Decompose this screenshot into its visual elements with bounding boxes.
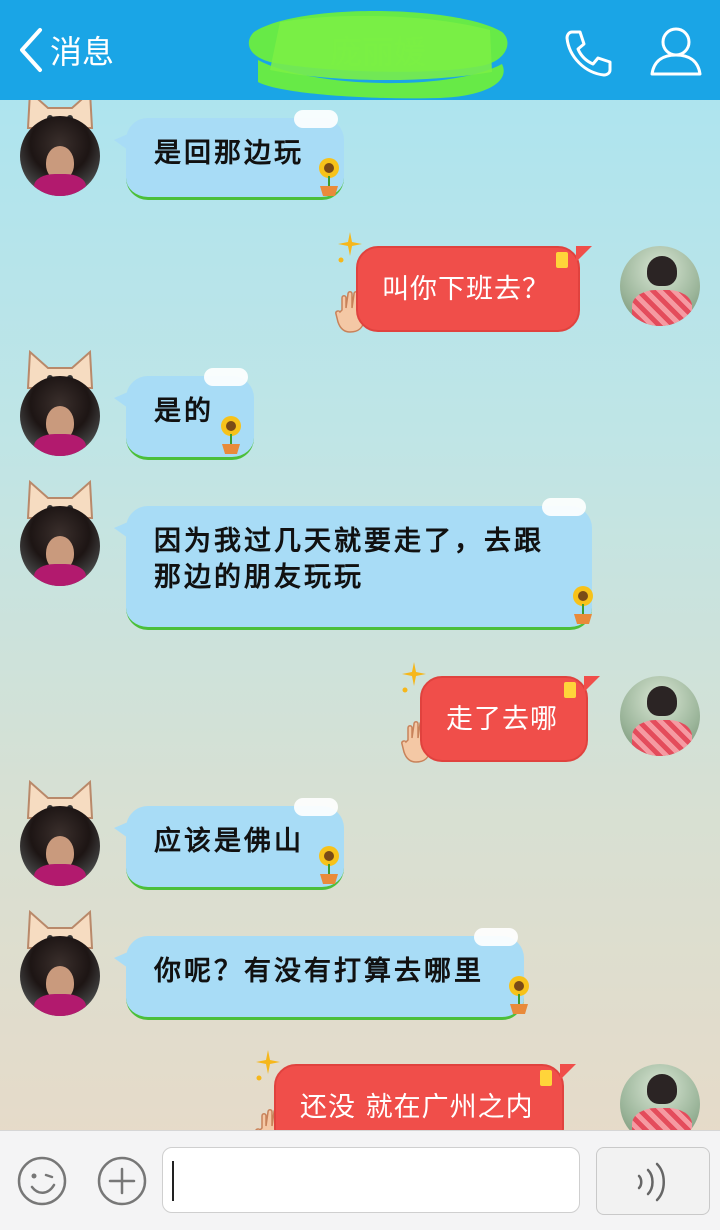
emoji-button[interactable] (16, 1155, 68, 1207)
contact-avatar[interactable] (20, 936, 100, 1016)
message-text: 叫你下班去？ (382, 274, 550, 305)
message-bubble[interactable]: 还没 就在广州之内 (274, 1064, 576, 1130)
plus-circle-icon (96, 1156, 148, 1211)
message-incoming: 应该是佛山 (0, 778, 720, 898)
message-text: 是回那边玩 (154, 138, 304, 169)
message-text: 是的 (154, 396, 214, 427)
message-bubble[interactable]: 应该是佛山 (114, 798, 344, 890)
my-avatar[interactable] (620, 676, 700, 756)
message-bubble[interactable]: 叫你下班去？ (356, 246, 592, 332)
back-button[interactable]: 消息 (16, 22, 114, 78)
chat-area[interactable]: 是回那边玩 叫你下班去？ 是的 因为我过几天就要走了，去跟那边的朋友玩玩 走了去… (0, 100, 720, 1130)
message-incoming: 因为我过几天就要走了，去跟那边的朋友玩玩 (0, 478, 720, 638)
input-bar (0, 1130, 720, 1230)
call-button[interactable] (560, 24, 616, 80)
message-incoming: 你呢？有没有打算去哪里 (0, 908, 720, 1028)
message-incoming: 是的 (0, 348, 720, 468)
sunflower-icon (319, 158, 339, 196)
sunflower-icon (221, 416, 241, 454)
phone-icon (560, 30, 616, 84)
message-bubble[interactable]: 是回那边玩 (114, 110, 344, 200)
tag-icon (539, 1070, 552, 1086)
sunflower-icon (573, 586, 593, 624)
contact-avatar[interactable] (20, 116, 100, 196)
contact-name: 庞丽媛 (329, 33, 426, 71)
sunflower-icon (319, 846, 339, 884)
message-text: 你呢？有没有打算去哪里 (154, 956, 484, 987)
message-bubble[interactable]: 因为我过几天就要走了，去跟那边的朋友玩玩 (114, 498, 592, 630)
message-bubble[interactable]: 你呢？有没有打算去哪里 (114, 928, 524, 1020)
message-outgoing: 还没 就在广州之内 (0, 1050, 720, 1130)
text-cursor (172, 1161, 174, 1201)
chat-header: 消息 庞丽媛 (0, 0, 720, 100)
smiley-icon (16, 1156, 68, 1211)
message-text: 还没 就在广州之内 (300, 1092, 534, 1123)
tag-icon (556, 252, 568, 268)
voice-button[interactable] (596, 1147, 710, 1215)
back-label: 消息 (50, 33, 115, 71)
message-bubble[interactable]: 走了去哪 (420, 676, 600, 762)
message-input[interactable] (162, 1147, 580, 1213)
contact-avatar[interactable] (20, 806, 100, 886)
message-text: 走了去哪 (446, 704, 558, 735)
tag-icon (564, 682, 576, 698)
message-outgoing: 走了去哪 (0, 662, 720, 772)
my-avatar[interactable] (620, 1064, 700, 1130)
sunflower-icon (509, 976, 529, 1014)
contact-avatar[interactable] (20, 506, 100, 586)
message-incoming: 是回那边玩 (0, 100, 720, 210)
contact-avatar[interactable] (20, 376, 100, 456)
message-text: 因为我过几天就要走了，去跟那边的朋友玩玩 (154, 526, 544, 593)
my-avatar[interactable] (620, 246, 700, 326)
person-icon (646, 27, 706, 84)
more-button[interactable] (96, 1155, 148, 1207)
chevron-left-icon (16, 26, 46, 74)
message-outgoing: 叫你下班去？ (0, 232, 720, 342)
message-text: 应该是佛山 (154, 826, 304, 857)
profile-button[interactable] (646, 22, 706, 80)
